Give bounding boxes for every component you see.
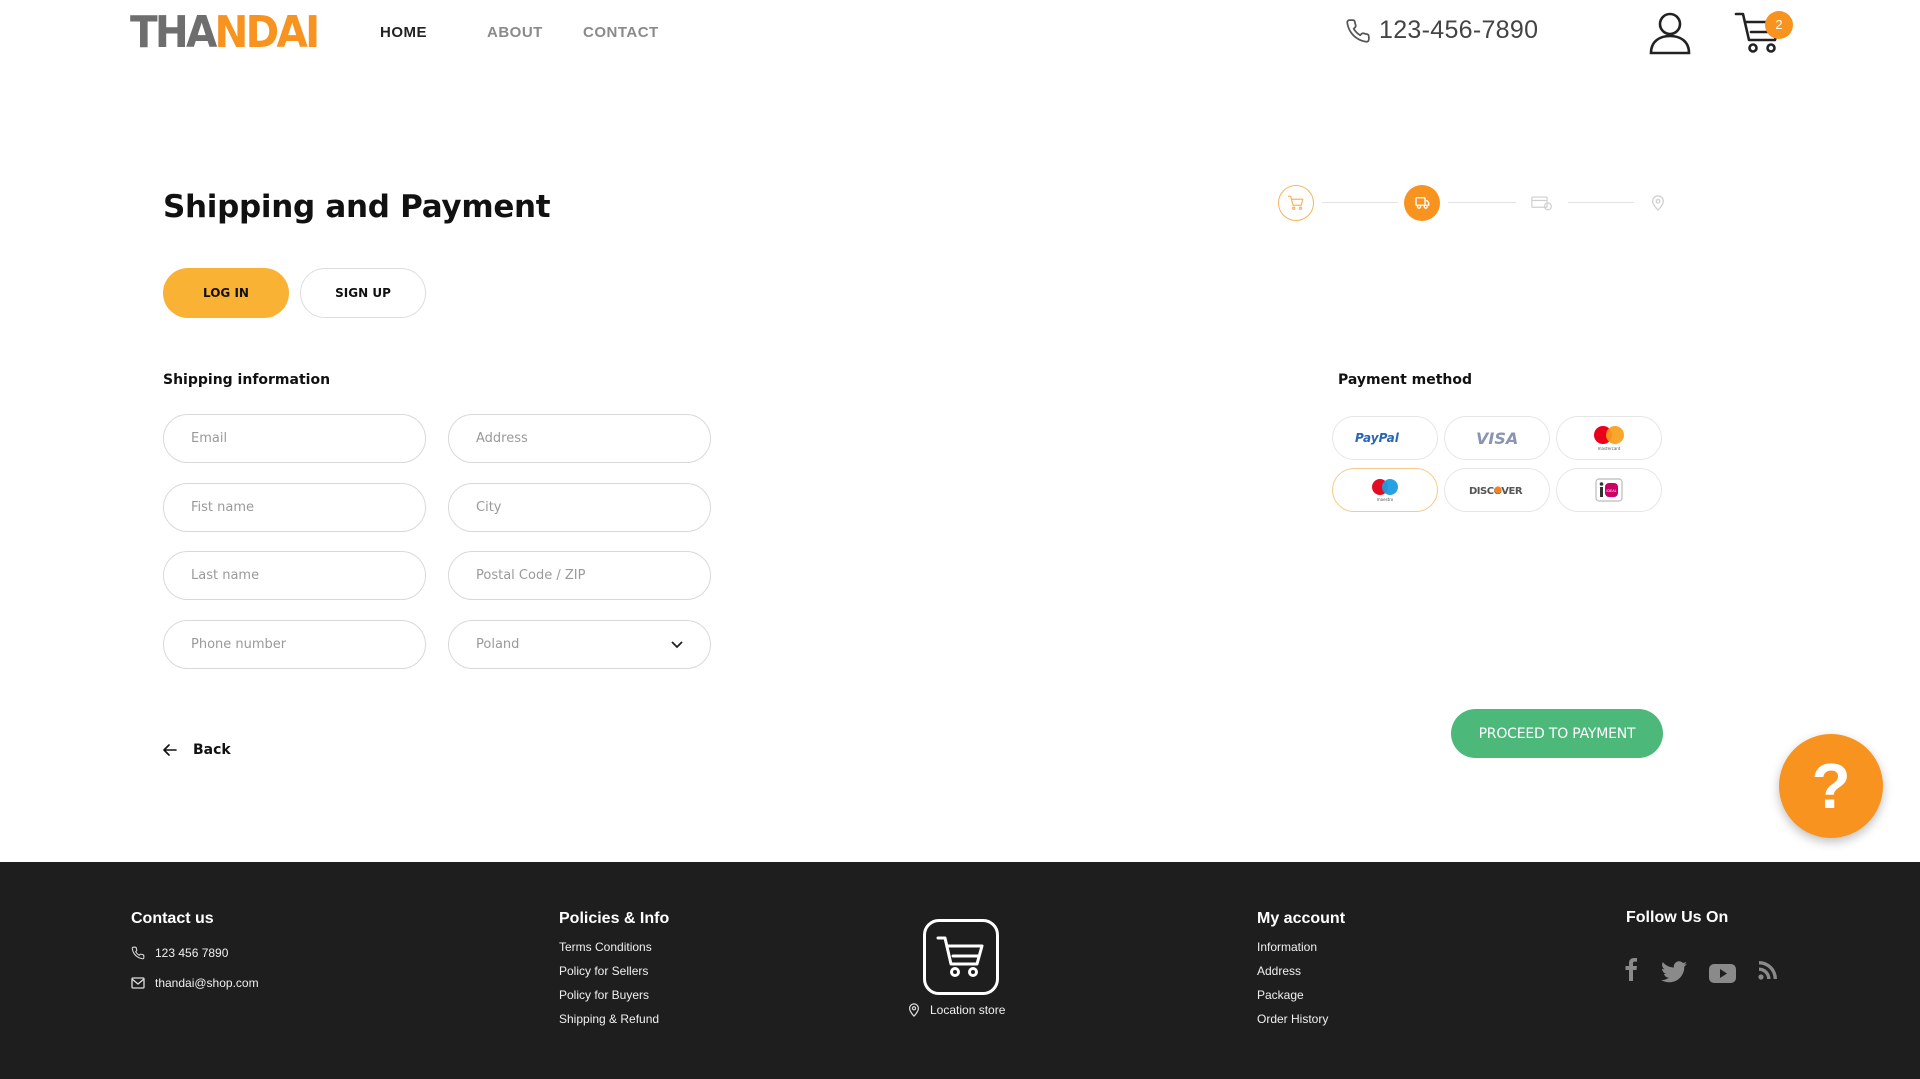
- svg-text:iDEAL: iDEAL: [1606, 489, 1616, 493]
- nav-contact[interactable]: CONTACT: [583, 24, 659, 41]
- arrow-left-icon: [163, 744, 177, 756]
- footer-link-information[interactable]: Information: [1257, 940, 1317, 954]
- cart-icon: [936, 936, 984, 977]
- footer-link-address[interactable]: Address: [1257, 964, 1301, 978]
- step-cart[interactable]: [1278, 185, 1314, 221]
- address-field[interactable]: [448, 414, 711, 463]
- country-select[interactable]: Poland: [448, 620, 711, 669]
- payment-ideal[interactable]: iDEAL: [1556, 468, 1662, 512]
- footer-contact-title: Contact us: [131, 910, 214, 927]
- phone-icon: [1346, 18, 1370, 43]
- payment-maestro[interactable]: maestro: [1332, 468, 1438, 512]
- payment-mastercard[interactable]: mastercard: [1556, 416, 1662, 460]
- step-connector: [1568, 202, 1634, 203]
- footer-follow-title: Follow Us On: [1626, 909, 1729, 926]
- footer-policies-title: Policies & Info: [559, 910, 670, 927]
- store-logo[interactable]: [923, 919, 999, 995]
- city-field[interactable]: [448, 483, 711, 532]
- cart-count-badge: 2: [1765, 11, 1793, 39]
- rss-icon[interactable]: [1758, 960, 1778, 980]
- svg-text:maestro: maestro: [1377, 497, 1394, 502]
- mastercard-icon: mastercard: [1594, 426, 1624, 451]
- login-button[interactable]: LOG IN: [163, 268, 289, 318]
- site-footer: Contact us 123 456 7890 thandai@shop.com…: [0, 862, 1920, 1079]
- footer-link-buyers[interactable]: Policy for Buyers: [559, 988, 649, 1002]
- chevron-down-icon: [671, 640, 683, 648]
- payment-visa[interactable]: VISA: [1444, 416, 1550, 460]
- footer-link-sellers[interactable]: Policy for Sellers: [559, 964, 648, 978]
- step-shipping[interactable]: [1404, 185, 1440, 221]
- shipping-info-title: Shipping information: [163, 372, 331, 388]
- footer-link-order-history[interactable]: Order History: [1257, 1012, 1328, 1026]
- payment-method-title: Payment method: [1338, 372, 1473, 388]
- payment-paypal[interactable]: PayPal: [1332, 416, 1438, 460]
- svg-text:mastercard: mastercard: [1598, 446, 1621, 451]
- visa-icon: VISA: [1476, 429, 1518, 447]
- discover-icon: DISCOVER: [1469, 486, 1523, 497]
- maestro-icon: maestro: [1372, 479, 1398, 502]
- twitter-icon[interactable]: [1661, 961, 1687, 983]
- country-select-value: Poland: [476, 637, 520, 652]
- phone-number: 123-456-7890: [1379, 16, 1539, 44]
- site-header: THANDAI HOME ABOUT CONTACT 123-456-7890 …: [0, 0, 1920, 66]
- thandai-logo[interactable]: THANDAI: [130, 10, 320, 56]
- svg-text:PayPal: PayPal: [1355, 431, 1400, 445]
- ideal-icon: iDEAL: [1595, 478, 1623, 502]
- postal-code-field[interactable]: [448, 551, 711, 600]
- nav-home[interactable]: HOME: [380, 24, 427, 41]
- cart-step-icon: [1287, 195, 1304, 210]
- payment-discover[interactable]: DISCOVER: [1444, 468, 1550, 512]
- back-label: Back: [193, 742, 231, 758]
- signup-button[interactable]: SIGN UP: [300, 268, 426, 318]
- step-delivery[interactable]: [1640, 185, 1676, 221]
- help-button[interactable]: ?: [1779, 734, 1883, 838]
- nav-about[interactable]: ABOUT: [487, 24, 543, 41]
- footer-email[interactable]: thandai@shop.com: [131, 976, 259, 990]
- step-connector: [1448, 202, 1516, 203]
- question-mark-icon: ?: [1811, 750, 1851, 822]
- phone-number-field[interactable]: [163, 620, 426, 669]
- last-name-field[interactable]: [163, 551, 426, 600]
- proceed-to-payment-button[interactable]: PROCEED TO PAYMENT: [1451, 709, 1663, 758]
- footer-phone[interactable]: 123 456 7890: [131, 946, 228, 960]
- facebook-icon[interactable]: [1624, 957, 1638, 981]
- first-name-field[interactable]: [163, 483, 426, 532]
- user-account-icon[interactable]: [1646, 8, 1694, 56]
- location-store-link[interactable]: Location store: [908, 1003, 1005, 1017]
- page-title: Shipping and Payment: [163, 189, 551, 225]
- footer-link-shipping[interactable]: Shipping & Refund: [559, 1012, 659, 1026]
- footer-link-terms[interactable]: Terms Conditions: [559, 940, 652, 954]
- footer-account-title: My account: [1257, 910, 1346, 927]
- email-field[interactable]: [163, 414, 426, 463]
- mail-icon: [131, 977, 145, 989]
- location-pin-icon: [909, 1003, 919, 1017]
- footer-link-package[interactable]: Package: [1257, 988, 1304, 1002]
- step-payment[interactable]: [1524, 185, 1560, 221]
- header-phone[interactable]: 123-456-7890: [1345, 16, 1538, 45]
- svg-text:VISA: VISA: [1476, 429, 1518, 447]
- youtube-icon[interactable]: [1709, 964, 1736, 983]
- card-step-icon: [1531, 196, 1552, 211]
- back-link[interactable]: Back: [163, 742, 231, 758]
- phone-icon: [131, 946, 145, 960]
- paypal-icon: PayPal: [1355, 431, 1400, 445]
- truck-step-icon: [1415, 197, 1430, 209]
- checkout-steps: [1278, 185, 1666, 221]
- location-step-icon: [1652, 195, 1664, 211]
- step-connector: [1322, 202, 1398, 203]
